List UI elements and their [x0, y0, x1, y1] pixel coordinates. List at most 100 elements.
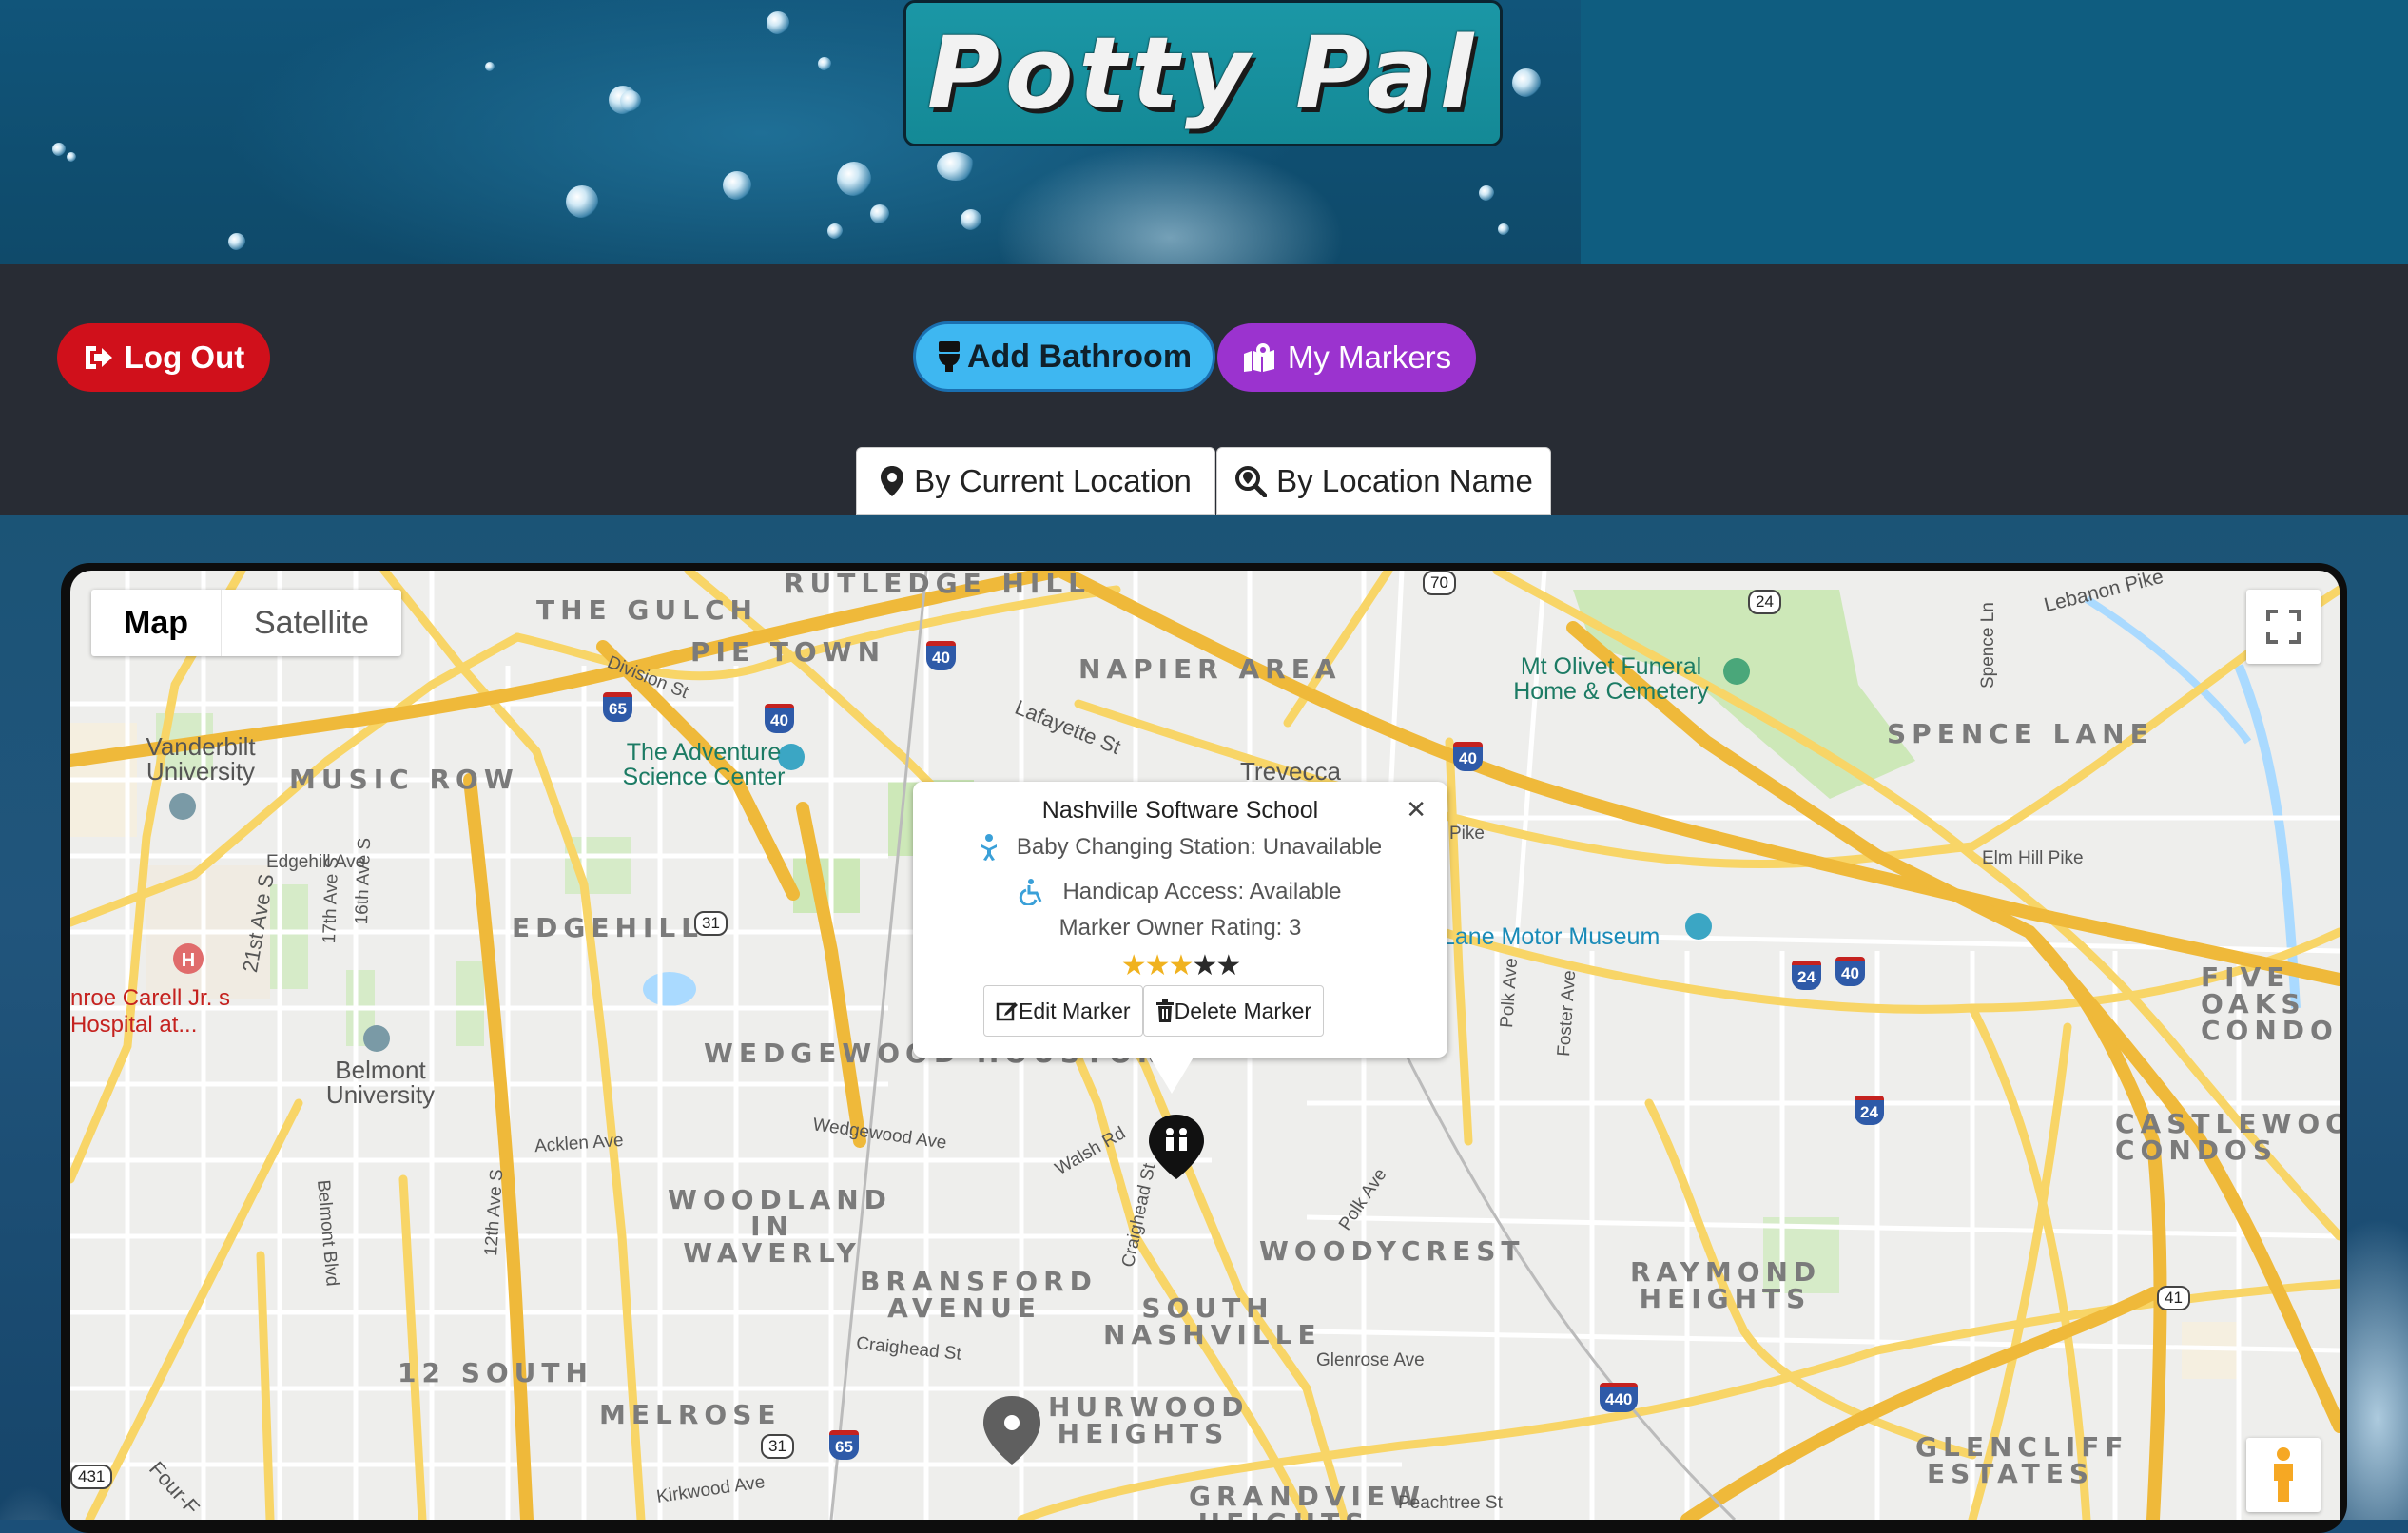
area-label: GRANDVIEW HEIGHTS — [1189, 1481, 1426, 1521]
us-route-shield: 70 — [1423, 571, 1456, 595]
area-label: FIVE OAKS CONDOS — [2201, 961, 2340, 1046]
area-label: NAPIER AREA — [1078, 653, 1342, 685]
by-current-location-button[interactable]: By Current Location — [856, 447, 1215, 515]
area-label: 12 SOUTH — [398, 1357, 593, 1388]
edit-icon — [996, 1002, 1018, 1021]
us-route-shield: 31 — [761, 1434, 794, 1459]
map-pin-icon — [881, 466, 904, 496]
map-marked-icon — [1243, 343, 1274, 372]
poi-mt-olivet: Mt Olivet Funeral Home & Cemetery — [1513, 653, 1709, 705]
interstate-shield: 40 — [926, 641, 956, 670]
my-markers-label: My Markers — [1287, 340, 1452, 375]
area-label: HURWOOD HEIGHTS — [1048, 1391, 1250, 1449]
fullscreen-icon — [2266, 610, 2301, 644]
edit-marker-label: Edit Marker — [1019, 998, 1131, 1023]
edit-marker-button[interactable]: Edit Marker — [983, 985, 1143, 1037]
area-label: WOODYCREST — [1259, 1235, 1525, 1267]
street-label: Edgehill Ave — [266, 852, 366, 872]
star-filled-icon: ★ — [1144, 950, 1171, 981]
star-empty-icon: ★ — [1215, 950, 1241, 981]
handicap-row: Handicap Access: Available — [913, 879, 1447, 905]
interstate-shield: 40 — [1835, 957, 1865, 986]
poi-vanderbilt: Vanderbilt University — [146, 732, 256, 786]
banner-right-panel — [1581, 0, 2408, 264]
delete-marker-label: Delete Marker — [1174, 998, 1312, 1023]
logout-label: Log Out — [124, 340, 245, 375]
app-title: Potty Pal — [926, 15, 1480, 131]
close-icon[interactable]: ✕ — [1406, 795, 1427, 825]
baby-icon — [981, 834, 997, 861]
add-bathroom-label: Add Bathroom — [966, 338, 1193, 375]
area-label: RUTLEDGE HILL — [784, 571, 1091, 599]
baby-changing-row: Baby Changing Station: Unavailable — [913, 833, 1447, 862]
svg-text:H: H — [182, 950, 195, 971]
handicap-text: Handicap Access: Available — [1062, 879, 1342, 904]
area-label: MELROSE — [599, 1399, 782, 1430]
interstate-shield: 40 — [765, 704, 794, 733]
street-label: Elm Hill Pike — [1982, 848, 2084, 868]
interstate-shield: 65 — [603, 692, 632, 722]
add-bathroom-button[interactable]: Add Bathroom — [913, 321, 1215, 392]
us-route-shield: 41 — [2157, 1286, 2190, 1310]
interstate-shield: 65 — [829, 1430, 859, 1460]
interstate-shield: 40 — [1453, 742, 1483, 771]
area-label: EDGEHILL — [512, 912, 705, 943]
fullscreen-button[interactable] — [2246, 590, 2321, 664]
info-window-actions: Edit Marker Delete Marker — [983, 985, 1325, 1037]
pegman-icon — [2274, 1447, 2293, 1502]
marker-info-window: Nashville Software School ✕ Baby Changin… — [913, 782, 1447, 1058]
poi-hospital: nroe Carell Jr. s Hospital at... — [70, 985, 231, 1038]
street-label: Pike — [1449, 824, 1485, 844]
wheelchair-icon — [1020, 879, 1042, 905]
poi-lane-motor-museum: Lane Motor Museum — [1442, 923, 1660, 950]
map-container[interactable]: H RUTLEDGE HILL THE GULCH PIE TOWN NAPIE… — [70, 571, 2340, 1520]
trash-icon — [1155, 999, 1174, 1022]
street-label: Spence Ln — [1978, 602, 1998, 689]
by-location-name-button[interactable]: By Location Name — [1216, 447, 1551, 515]
street-label: Glenrose Ave — [1316, 1350, 1425, 1370]
star-empty-icon: ★ — [1192, 950, 1217, 981]
by-current-location-label: By Current Location — [914, 463, 1192, 498]
area-label: WOODLAND IN WAVERLY — [668, 1184, 892, 1269]
by-location-name-label: By Location Name — [1276, 463, 1533, 498]
us-route-shield: 31 — [694, 911, 728, 936]
app-title-box: Potty Pal — [903, 0, 1503, 146]
area-label: MUSIC ROW — [289, 764, 519, 795]
area-label: GLENCLIFF ESTATES — [1915, 1431, 2129, 1489]
area-label: SPENCE LANE — [1887, 718, 2154, 749]
star-filled-icon: ★ — [1168, 950, 1194, 981]
sign-out-icon — [85, 346, 112, 369]
area-label: CASTLEWOOD CONDOS — [2115, 1108, 2340, 1166]
navbar: Log Out Add Bathroom My Markers By Curre… — [0, 264, 2408, 515]
area-label: RAYMOND HEIGHTS — [1630, 1256, 1822, 1314]
street-label: 17th Ave S — [320, 856, 343, 944]
area-label: SOUTH NASHVILLE — [1103, 1292, 1322, 1350]
interstate-shield: 24 — [1855, 1096, 1884, 1125]
baby-changing-text: Baby Changing Station: Unavailable — [1016, 834, 1383, 860]
poi-trevecca: Trevecca — [1240, 757, 1341, 786]
map-type-map-button[interactable]: Map — [91, 590, 222, 656]
interstate-shield: 440 — [1600, 1383, 1639, 1412]
logout-button[interactable]: Log Out — [57, 323, 270, 392]
street-view-pegman[interactable] — [2246, 1438, 2321, 1512]
us-route-shield: 24 — [1748, 590, 1781, 614]
rating-stars: ★★★★★ — [913, 949, 1447, 982]
area-label: THE GULCH — [536, 594, 758, 626]
header-banner: Potty Pal — [0, 0, 2408, 264]
my-markers-button[interactable]: My Markers — [1217, 323, 1476, 392]
us-route-shield: 431 — [70, 1465, 113, 1489]
rating-text: Marker Owner Rating: 3 — [1058, 915, 1302, 941]
street-label: Peachtree St — [1398, 1493, 1503, 1513]
search-location-icon — [1235, 466, 1268, 497]
area-label: PIE TOWN — [690, 636, 886, 668]
info-window-pointer — [1149, 1056, 1194, 1094]
poi-adventure-science-center: The Adventure Science Center — [622, 739, 786, 790]
map-type-control: Map Satellite — [91, 590, 401, 656]
interstate-shield: 24 — [1792, 961, 1821, 990]
delete-marker-button[interactable]: Delete Marker — [1142, 985, 1325, 1037]
area-label: BRANSFORD AVENUE — [860, 1266, 1097, 1324]
toilet-icon — [938, 341, 960, 372]
street-label: 16th Ave S — [352, 837, 376, 925]
map-type-satellite-button[interactable]: Satellite — [222, 590, 401, 656]
info-window-title: Nashville Software School — [1041, 797, 1319, 824]
